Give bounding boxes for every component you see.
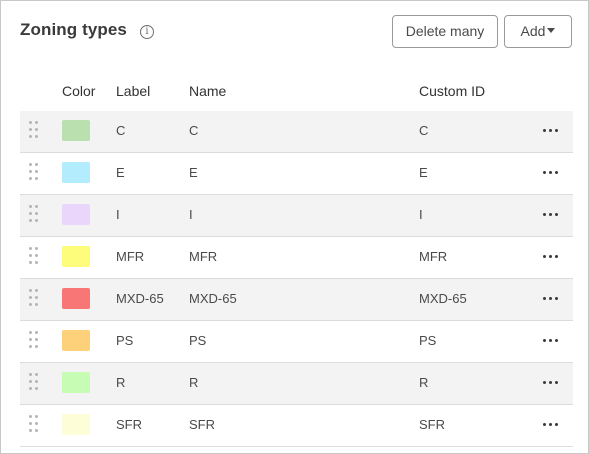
- label-cell: C: [116, 123, 126, 138]
- name-cell: MFR: [189, 249, 218, 264]
- table-row[interactable]: III: [20, 195, 573, 237]
- color-swatch: [62, 204, 90, 225]
- label-cell: PS: [116, 333, 134, 348]
- color-swatch: [62, 120, 90, 141]
- drag-handle-icon[interactable]: [29, 205, 39, 223]
- color-swatch: [62, 372, 90, 393]
- name-cell: I: [189, 207, 193, 222]
- add-dropdown-button[interactable]: Add: [504, 15, 572, 48]
- name-cell: MXD-65: [189, 291, 237, 306]
- add-button-label: Add: [520, 23, 546, 39]
- name-cell: PS: [189, 333, 207, 348]
- delete-many-button[interactable]: Delete many: [392, 15, 498, 48]
- label-cell: SFR: [116, 417, 142, 432]
- table-row[interactable]: MXD-65 MXD-65 MXD-65: [20, 279, 573, 321]
- drag-handle-icon[interactable]: [29, 247, 39, 265]
- info-circle-icon[interactable]: i: [140, 25, 154, 39]
- color-swatch: [62, 414, 90, 435]
- zoning-types-table: C C C E E E I I I MFR MFR MFR MXD-65 MXD-65 MXD-65 PS PS…: [20, 111, 573, 447]
- custom-id-cell: MXD-65: [419, 291, 467, 306]
- custom-id-cell: PS: [419, 333, 437, 348]
- color-swatch: [62, 246, 90, 267]
- label-cell: MXD-65: [116, 291, 164, 306]
- more-options-icon[interactable]: [540, 126, 560, 136]
- color-swatch: [62, 288, 90, 309]
- header-label[interactable]: Label: [116, 83, 150, 99]
- name-cell: E: [189, 165, 198, 180]
- table-row[interactable]: MFR MFR MFR: [20, 237, 573, 279]
- table-row[interactable]: PS PS PS: [20, 321, 573, 363]
- name-cell: SFR: [189, 417, 215, 432]
- table-header: Color Label Name Custom ID: [20, 69, 573, 112]
- drag-handle-icon[interactable]: [29, 331, 39, 349]
- table-row[interactable]: RRR: [20, 363, 573, 405]
- custom-id-cell: R: [419, 375, 429, 390]
- caret-down-icon: [547, 28, 556, 33]
- table-row[interactable]: SFR SFR SFR: [20, 405, 573, 447]
- color-swatch: [62, 330, 90, 351]
- label-cell: E: [116, 165, 125, 180]
- name-cell: R: [189, 375, 199, 390]
- more-options-icon[interactable]: [540, 294, 560, 304]
- header-custom-id[interactable]: Custom ID: [419, 83, 485, 99]
- label-cell: I: [116, 207, 120, 222]
- drag-handle-icon[interactable]: [29, 415, 39, 433]
- table-row[interactable]: EEE: [20, 153, 573, 195]
- drag-handle-icon[interactable]: [29, 373, 39, 391]
- drag-handle-icon[interactable]: [29, 121, 39, 139]
- zoning-types-panel: Zoning types i Delete many Add Color Lab…: [0, 0, 589, 454]
- more-options-icon[interactable]: [540, 378, 560, 388]
- drag-handle-icon[interactable]: [29, 289, 39, 307]
- custom-id-cell: C: [419, 123, 429, 138]
- drag-handle-icon[interactable]: [29, 163, 39, 181]
- header-color[interactable]: Color: [62, 83, 95, 99]
- more-options-icon[interactable]: [540, 420, 560, 430]
- custom-id-cell: I: [419, 207, 423, 222]
- more-options-icon[interactable]: [540, 336, 560, 346]
- custom-id-cell: MFR: [419, 249, 448, 264]
- more-options-icon[interactable]: [540, 252, 560, 262]
- panel-title: Zoning types: [20, 20, 127, 39]
- name-cell: C: [189, 123, 199, 138]
- label-cell: MFR: [116, 249, 145, 264]
- table-row[interactable]: CCC: [20, 111, 573, 153]
- more-options-icon[interactable]: [540, 168, 560, 178]
- custom-id-cell: SFR: [419, 417, 445, 432]
- more-options-icon[interactable]: [540, 210, 560, 220]
- custom-id-cell: E: [419, 165, 428, 180]
- label-cell: R: [116, 375, 126, 390]
- color-swatch: [62, 162, 90, 183]
- header-name[interactable]: Name: [189, 83, 226, 99]
